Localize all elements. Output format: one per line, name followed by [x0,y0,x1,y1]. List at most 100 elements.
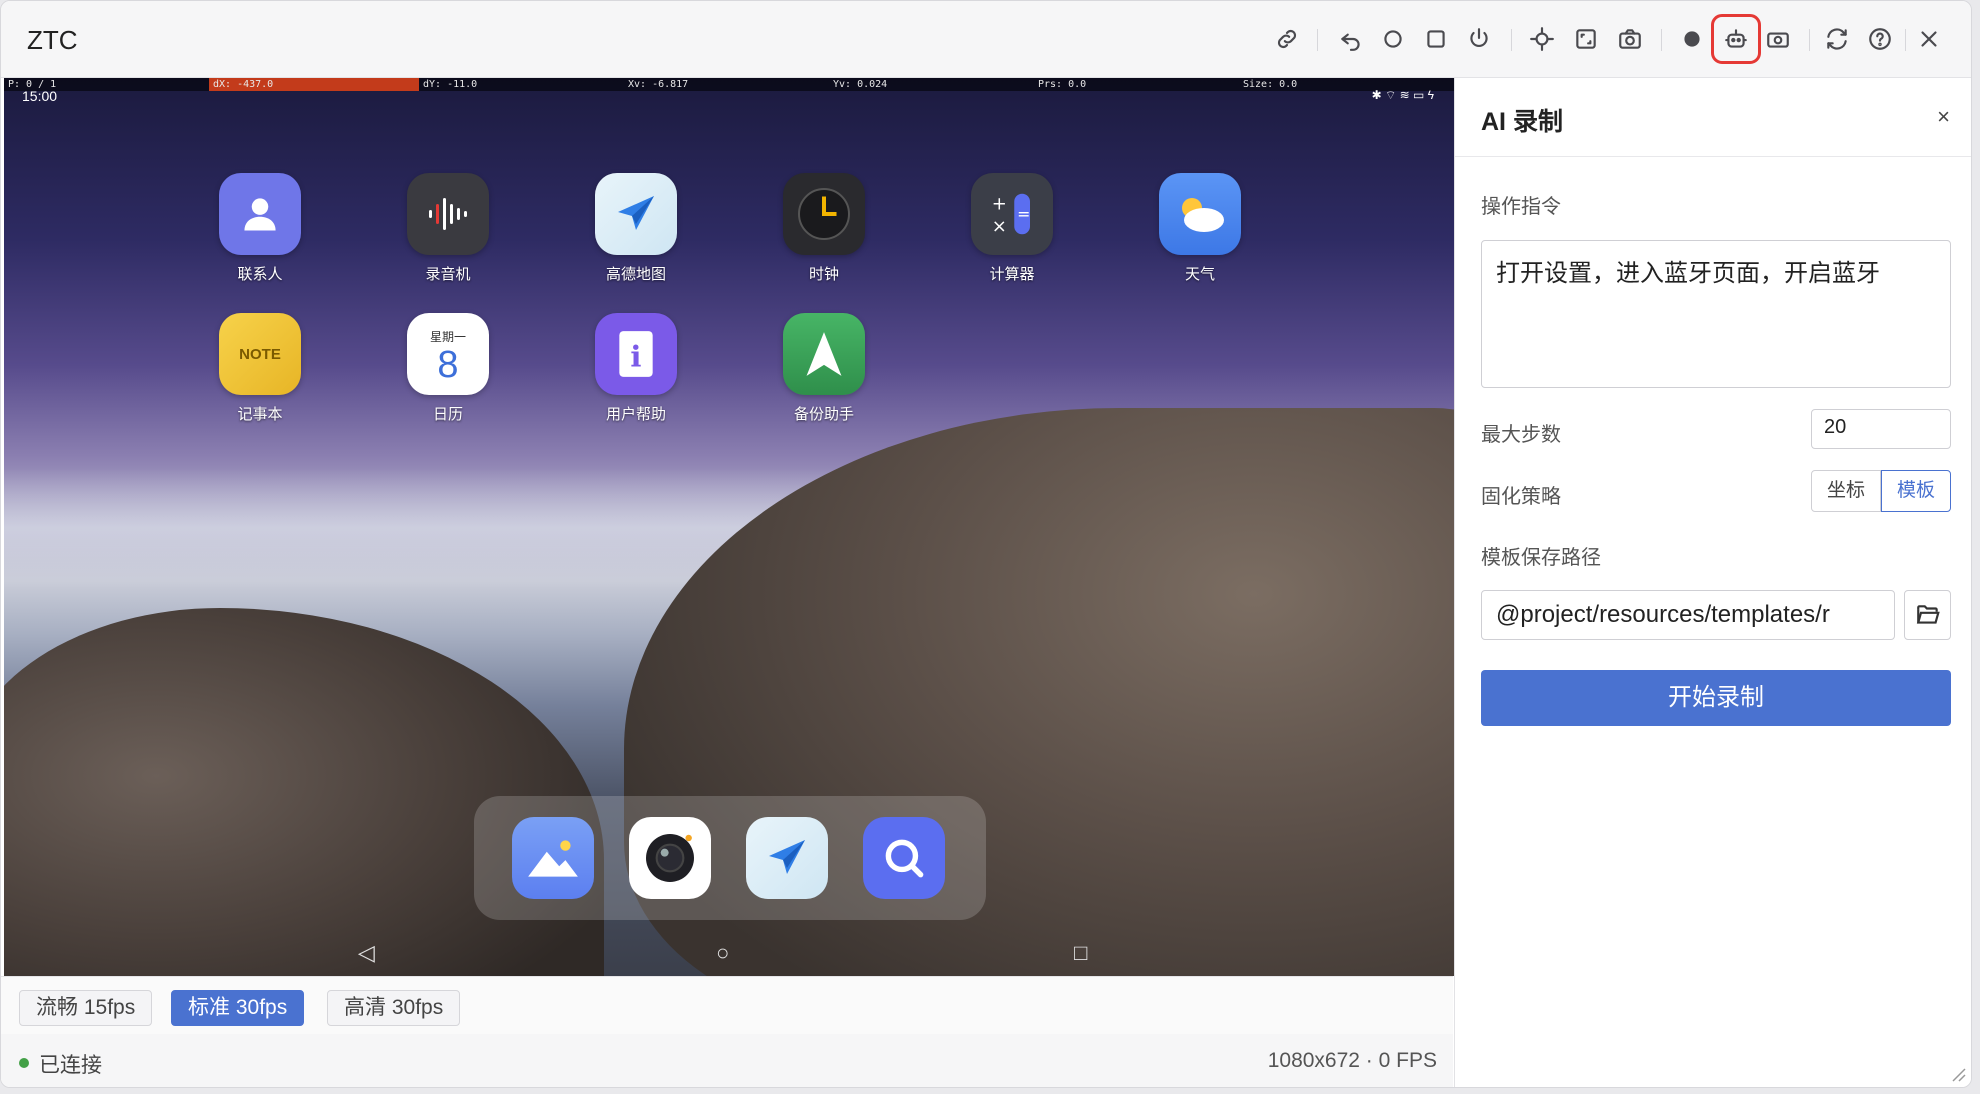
calculator-icon: + × = [971,173,1053,255]
svg-text:×: × [992,216,1007,237]
toolbar-divider [1317,29,1318,51]
ai-record-panel: AI 录制 × 操作指令 打开设置，进入蓝牙页面，开启蓝牙 最大步数 20 固化… [1454,78,1971,1087]
notepad-icon: NOTE [219,313,301,395]
app-label: 联系人 [237,266,283,283]
resize-grip-icon[interactable] [1945,1061,1967,1083]
robot-icon[interactable] [1711,14,1761,64]
strategy-toggle: 坐标 模板 [1811,470,1951,512]
info-icon: i [595,313,677,395]
debug-yv: Yv: 0.024 [833,79,888,90]
wallpaper-rock-left [4,608,604,976]
device-status-icons: ✱ ⌔ ≋ ▭ ϟ [1371,88,1434,102]
svg-text:i: i [630,340,641,374]
close-icon[interactable] [1909,19,1949,59]
undo-icon[interactable] [1331,19,1371,59]
app-amap[interactable]: 高德地图 [576,173,696,284]
app-contacts[interactable]: 联系人 [200,173,320,284]
title-bar: ZTC [1,1,1971,78]
debug-dx: dX: -437.0 [209,78,419,91]
template-path-input[interactable]: @project/resources/templates/r [1481,590,1895,640]
connection-status: 已连接 [39,1054,102,1077]
crosshair-icon[interactable] [1522,19,1562,59]
folder-open-icon[interactable] [1904,590,1951,640]
svg-text:=: = [1017,205,1030,224]
debug-dy: dY: -11.0 [423,79,478,90]
note-label: NOTE [239,345,281,363]
app-label: 计算器 [989,266,1035,283]
max-steps-label: 最大步数 [1481,424,1561,446]
svg-text:+: + [992,194,1007,215]
app-clock[interactable]: 时钟 [764,173,884,284]
panel-title: AI 录制 [1481,108,1563,136]
nav-home-icon[interactable]: ○ [716,940,729,966]
app-label: 备份助手 [793,406,854,423]
app-window: ZTC P: 0 / 1 dX: -437.0 dY: -11.0 Xv: -6… [0,0,1972,1088]
search-app-icon[interactable] [863,817,945,899]
power-icon[interactable] [1459,19,1499,59]
app-label: 记事本 [237,406,283,423]
app-calculator[interactable]: + × = 计算器 [952,173,1072,284]
screenshot-icon[interactable] [1758,19,1798,59]
fps-option-hd[interactable]: 高清 30fps [327,990,461,1026]
pointer-debug-bar: P: 0 / 1 dX: -437.0 dY: -11.0 Xv: -6.817… [4,78,1454,91]
nav-back-icon[interactable]: ◁ [358,940,375,966]
toolbar-divider [1661,29,1662,51]
camera-app-icon[interactable] [629,817,711,899]
camera-icon[interactable] [1610,19,1650,59]
app-label: 用户帮助 [605,406,666,423]
calendar-day: 8 [437,343,459,386]
fps-option-standard[interactable]: 标准 30fps [171,990,305,1026]
app-label: 时钟 [808,266,839,283]
status-bar: 已连接 1080x672 · 0 FPS [1,1034,1453,1087]
resolution-fps: 1080x672 · 0 FPS [1267,1049,1437,1072]
device-screen[interactable]: P: 0 / 1 dX: -437.0 dY: -11.0 Xv: -6.817… [4,78,1454,976]
app-weather[interactable]: 天气 [1140,173,1260,284]
microphone-waveform-icon [407,173,489,255]
app-label: 录音机 [425,266,471,283]
home-circle-icon[interactable] [1373,19,1413,59]
app-label: 高德地图 [605,266,666,283]
strategy-template[interactable]: 模板 [1881,470,1951,512]
toolbar-divider [1511,29,1512,51]
fps-option-smooth[interactable]: 流畅 15fps [19,990,153,1026]
instruction-textarea[interactable]: 打开设置，进入蓝牙页面，开启蓝牙 [1481,240,1951,388]
expand-icon[interactable] [1566,19,1606,59]
max-steps-input[interactable]: 20 [1811,409,1951,449]
app-help[interactable]: i 用户帮助 [576,313,696,424]
toolbar-divider [1809,29,1810,51]
app-backup[interactable]: 备份助手 [764,313,884,424]
toolbar-divider [1905,29,1906,51]
calendar-icon: 星期一 8 [407,313,489,395]
recent-square-icon[interactable] [1416,19,1456,59]
gallery-icon[interactable] [512,817,594,899]
paper-plane-icon [595,173,677,255]
strategy-coordinate[interactable]: 坐标 [1811,470,1881,512]
device-clock: 15:00 [22,88,58,104]
path-label: 模板保存路径 [1481,547,1601,569]
connected-dot-icon [19,1058,29,1068]
app-dock [474,796,986,920]
debug-xv: Xv: -6.817 [628,79,689,90]
help-icon[interactable] [1860,19,1900,59]
backup-arrow-icon [783,313,865,395]
fps-selector: 流畅 15fps 标准 30fps 高清 30fps [1,976,1453,1035]
calendar-weekday: 星期一 [429,329,466,344]
app-label: 日历 [432,406,463,423]
debug-prs: Prs: 0.0 [1038,79,1087,90]
paper-plane-icon[interactable] [746,817,828,899]
panel-header: AI 录制 × [1455,78,1971,157]
app-notes[interactable]: NOTE 记事本 [200,313,320,424]
instruction-label: 操作指令 [1481,196,1561,218]
app-title: ZTC [27,25,78,55]
app-calendar[interactable]: 星期一 8 日历 [388,313,508,424]
sync-icon[interactable] [1817,19,1857,59]
weather-cloud-icon [1159,173,1241,255]
app-label: 天气 [1184,266,1215,283]
app-recorder[interactable]: 录音机 [388,173,508,284]
record-dot-icon[interactable] [1672,19,1712,59]
clock-icon [783,173,865,255]
start-recording-button[interactable]: 开始录制 [1481,670,1951,726]
panel-close-icon[interactable]: × [1937,104,1950,130]
link-icon[interactable] [1267,19,1307,59]
nav-recent-icon[interactable]: □ [1074,940,1087,966]
